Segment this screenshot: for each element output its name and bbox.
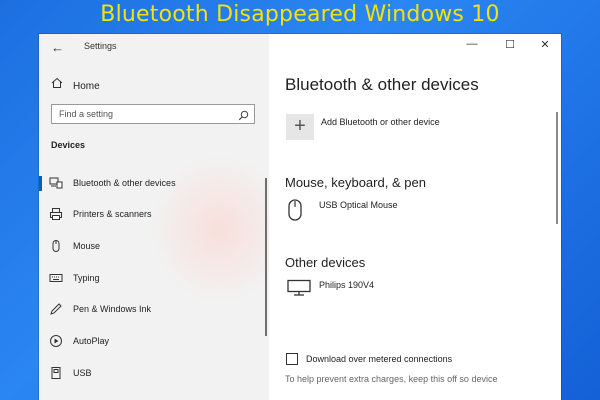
home-nav-item[interactable]: Home bbox=[51, 77, 100, 92]
search-placeholder: Find a setting bbox=[59, 109, 114, 119]
mouse-icon bbox=[286, 199, 304, 223]
home-label: Home bbox=[73, 81, 100, 92]
metered-hint-text: To help prevent extra charges, keep this… bbox=[285, 374, 498, 384]
sidebar-item-bluetooth[interactable]: Bluetooth & other devices bbox=[39, 173, 267, 195]
usb-icon bbox=[49, 366, 63, 380]
metered-connections-checkbox[interactable] bbox=[286, 353, 298, 365]
sidebar-item-label: USB bbox=[73, 368, 92, 378]
add-device-label[interactable]: Add Bluetooth or other device bbox=[321, 117, 440, 127]
sidebar-item-label: Printers & scanners bbox=[73, 209, 152, 219]
sidebar-scrollbar[interactable] bbox=[265, 178, 267, 336]
sidebar-item-label: Pen & Windows Ink bbox=[73, 304, 152, 314]
sidebar-item-label: Typing bbox=[73, 273, 100, 283]
main-scrollbar[interactable] bbox=[556, 112, 558, 224]
sidebar-item-pen[interactable]: Pen & Windows Ink bbox=[39, 299, 267, 321]
monitor-icon bbox=[286, 279, 312, 299]
sidebar-item-usb[interactable]: USB bbox=[39, 363, 267, 385]
search-input[interactable]: Find a setting bbox=[51, 104, 255, 124]
sidebar-item-mouse[interactable]: Mouse bbox=[39, 236, 267, 258]
sidebar-item-label: Mouse bbox=[73, 241, 101, 251]
minimize-button[interactable]: — bbox=[462, 38, 482, 50]
other-devices-heading: Other devices bbox=[285, 255, 366, 270]
metered-connections-label[interactable]: Download over metered connections bbox=[306, 354, 452, 364]
title-bar: ← Settings — ☐ ✕ bbox=[39, 34, 561, 60]
sidebar-item-label: AutoPlay bbox=[73, 336, 110, 346]
section-devices-label: Devices bbox=[51, 140, 86, 150]
close-button[interactable]: ✕ bbox=[535, 38, 555, 51]
plus-icon: + bbox=[294, 115, 306, 137]
home-icon bbox=[51, 77, 63, 92]
sidebar-item-printers[interactable]: Printers & scanners bbox=[39, 204, 267, 226]
device-name: USB Optical Mouse bbox=[319, 200, 398, 210]
active-indicator bbox=[39, 176, 42, 191]
banner-title: Bluetooth Disappeared Windows 10 bbox=[100, 2, 500, 27]
bluetooth-devices-icon bbox=[49, 176, 63, 190]
add-device-button[interactable]: + bbox=[286, 114, 314, 140]
sidebar-item-label: Bluetooth & other devices bbox=[73, 178, 176, 188]
sidebar: Home Find a setting Devices Bluetooth & … bbox=[39, 34, 289, 400]
main-panel: Bluetooth & other devices + Add Bluetoot… bbox=[269, 34, 561, 400]
sidebar-item-autoplay[interactable]: AutoPlay bbox=[39, 331, 267, 353]
device-name: Philips 190V4 bbox=[319, 280, 375, 290]
back-arrow-icon[interactable]: ← bbox=[51, 40, 64, 55]
search-icon[interactable] bbox=[238, 108, 249, 121]
mouse-section-heading: Mouse, keyboard, & pen bbox=[285, 175, 426, 190]
mouse-icon bbox=[49, 239, 63, 253]
printer-icon bbox=[49, 207, 63, 221]
autoplay-icon bbox=[49, 334, 63, 348]
pen-icon bbox=[49, 302, 63, 316]
page-title: Bluetooth & other devices bbox=[285, 75, 479, 94]
maximize-button[interactable]: ☐ bbox=[500, 38, 520, 51]
keyboard-icon bbox=[49, 271, 63, 285]
window-title: Settings bbox=[84, 41, 117, 51]
sidebar-item-typing[interactable]: Typing bbox=[39, 268, 267, 290]
settings-window: Home Find a setting Devices Bluetooth & … bbox=[39, 34, 561, 400]
